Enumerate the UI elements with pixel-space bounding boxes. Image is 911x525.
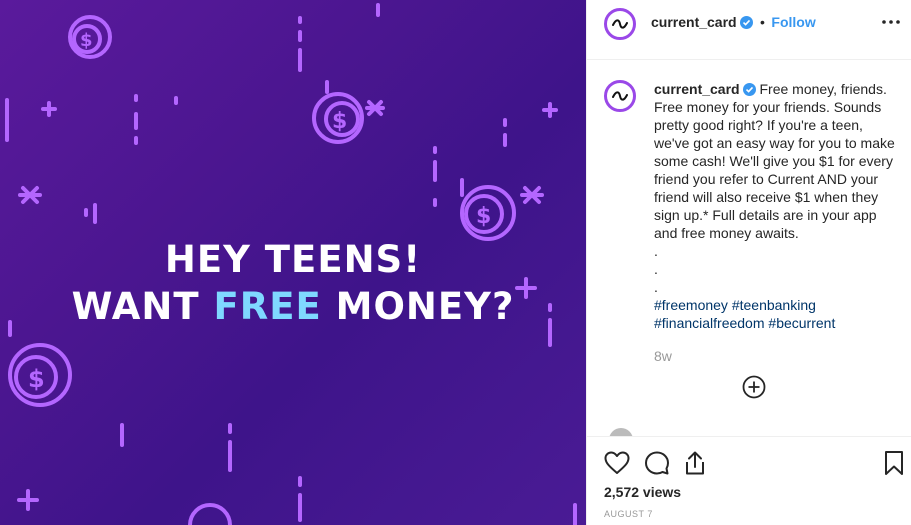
post-headline: HEY TEENS! WANT FREE MONEY?: [0, 236, 586, 330]
sparkle-icon: [365, 100, 385, 116]
post-caption: current_card Free money, friends. Free m…: [654, 80, 896, 332]
plus-sign-icon: [41, 101, 57, 117]
caption-dot: .: [654, 261, 658, 277]
action-bar: 2,572 views AUGUST 7: [587, 436, 911, 525]
bookmark-icon[interactable]: [884, 450, 904, 481]
comment-icon[interactable]: [644, 451, 670, 480]
plus-sign-icon: [542, 102, 558, 118]
coin-icon: [188, 503, 232, 525]
coin-icon: $: [8, 343, 72, 407]
wave-logo-icon: [612, 91, 628, 101]
share-icon[interactable]: [683, 450, 707, 481]
caption-text: Free money, friends. Free money for your…: [654, 81, 895, 241]
caption-dot: .: [654, 279, 658, 295]
hashtag-link[interactable]: #financialfreedom: [654, 315, 765, 331]
headline-text: MONEY?: [321, 285, 515, 328]
post-time-ago: 8w: [654, 348, 672, 364]
caption-avatar[interactable]: [604, 80, 636, 112]
coin-icon: $: [460, 185, 516, 241]
headline-line-2: WANT FREE MONEY?: [0, 283, 586, 330]
wave-logo-icon: [612, 19, 628, 29]
headline-text: WANT: [71, 285, 214, 328]
hashtag-line: #financialfreedom #becurrent: [654, 314, 896, 332]
post-details-panel: current_card • Follow current_card Free …: [586, 0, 911, 525]
header-info: current_card • Follow: [651, 14, 816, 32]
post-date: AUGUST 7: [604, 509, 653, 519]
post-header: current_card • Follow: [587, 0, 911, 60]
svg-text:$: $: [332, 109, 347, 134]
avatar[interactable]: [604, 8, 636, 40]
more-options-icon[interactable]: [881, 14, 901, 30]
verified-badge-icon: [739, 16, 753, 29]
plus-sign-icon: [17, 489, 39, 511]
headline-accent-text: FREE: [213, 285, 322, 328]
coin-icon: $: [68, 15, 112, 59]
verified-badge-icon: [742, 83, 756, 96]
header-username[interactable]: current_card: [651, 14, 737, 30]
view-count[interactable]: 2,572 views: [604, 484, 681, 500]
svg-text:$: $: [28, 365, 45, 393]
caption-username[interactable]: current_card: [654, 81, 740, 97]
heart-icon[interactable]: [604, 451, 630, 480]
svg-text:$: $: [476, 204, 491, 229]
separator-dot: •: [760, 14, 765, 30]
plus-circle-icon[interactable]: [742, 375, 766, 399]
hashtag-link[interactable]: #freemoney: [654, 297, 728, 313]
hashtag-link[interactable]: #becurrent: [768, 315, 835, 331]
svg-text:$: $: [80, 30, 93, 51]
caption-dot: .: [654, 243, 658, 259]
follow-button[interactable]: Follow: [771, 14, 815, 30]
hashtag-line: #freemoney #teenbanking: [654, 296, 896, 314]
comment-avatar-partial: [609, 428, 633, 436]
headline-line-1: HEY TEENS!: [164, 238, 422, 281]
sparkle-icon: [18, 186, 42, 204]
post-image[interactable]: $ $ $ $ HEY TEENS! WANT FREE MONEY?: [0, 0, 586, 525]
coin-icon: $: [312, 92, 364, 144]
hashtag-link[interactable]: #teenbanking: [732, 297, 816, 313]
sparkle-icon: [520, 186, 544, 204]
